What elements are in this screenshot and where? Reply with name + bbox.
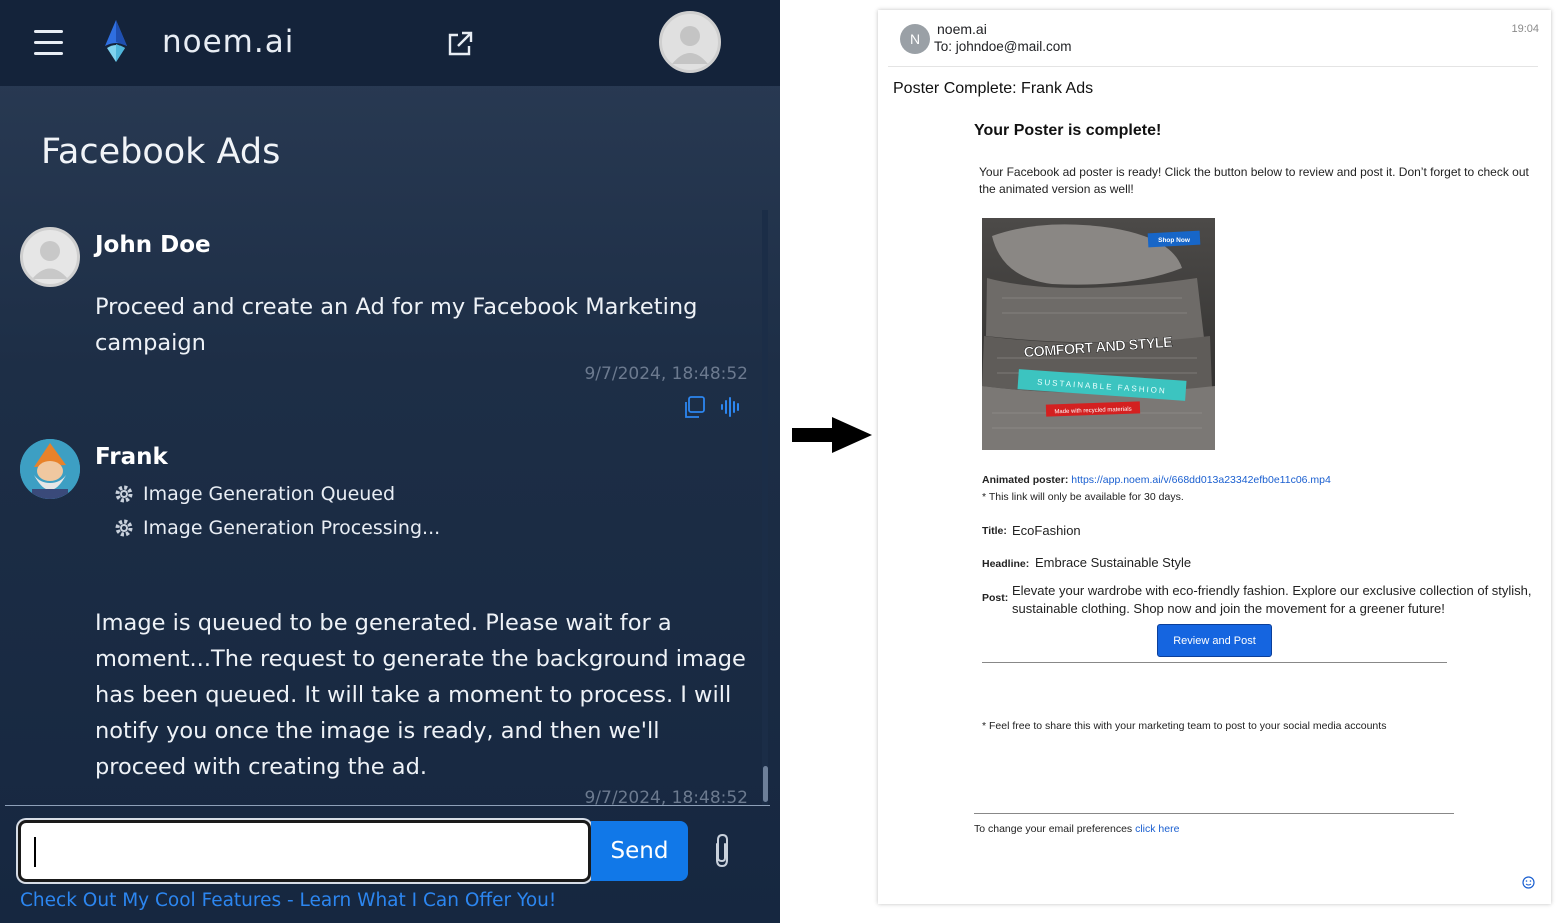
status-text: Image Generation Processing... <box>143 517 441 539</box>
audio-wave-icon[interactable] <box>720 396 742 418</box>
post-label: Post: <box>982 592 1009 604</box>
gear-icon <box>115 485 133 503</box>
top-bar: noem.ai <box>0 0 780 86</box>
footer-divider <box>974 813 1454 814</box>
preferences-line: To change your email preferences click h… <box>974 823 1179 835</box>
scrollbar-thumb[interactable] <box>763 766 768 802</box>
sender-avatar: N <box>900 24 930 54</box>
status-processing: Image Generation Processing... <box>114 517 440 539</box>
user-silhouette-icon <box>32 241 68 279</box>
poster-shop-now: Shop Now <box>1158 237 1191 244</box>
scrollbar-track[interactable] <box>762 210 768 806</box>
frank-avatar <box>20 439 80 499</box>
email-from: noem.ai <box>937 21 987 37</box>
animated-poster-link[interactable]: https://app.noem.ai/v/668dd013a23342efb0… <box>1071 474 1331 486</box>
link-note: * This link will only be available for 3… <box>982 491 1184 503</box>
message-timestamp: 9/7/2024, 18:48:52 <box>584 364 748 384</box>
brand-name: noem.ai <box>162 24 295 60</box>
message-input[interactable] <box>21 823 588 879</box>
menu-icon[interactable] <box>34 30 63 56</box>
copy-icon[interactable] <box>682 395 706 419</box>
gnome-avatar-icon <box>20 439 80 499</box>
share-note: * Feel free to share this with your mark… <box>982 720 1387 732</box>
send-button[interactable]: Send <box>591 821 688 881</box>
user-avatar[interactable] <box>659 11 721 73</box>
title-value: EcoFashion <box>1012 523 1081 538</box>
message-input-wrapper[interactable] <box>18 820 591 882</box>
status-text: Image Generation Queued <box>143 483 396 505</box>
chat-app: noem.ai Facebook Ads John Doe Proceed an… <box>0 0 780 923</box>
animated-label: Animated poster: <box>982 474 1069 486</box>
message-timestamp: 9/7/2024, 18:48:52 <box>584 788 748 806</box>
message-text: Proceed and create an Ad for my Facebook… <box>95 294 698 356</box>
post-value: Elevate your wardrobe with eco-friendly … <box>1012 583 1532 616</box>
headline-value: Embrace Sustainable Style <box>1035 555 1192 570</box>
email-preview: N noem.ai To: johndoe@mail.com 19:04 Pos… <box>878 10 1551 904</box>
message-sender: John Doe <box>95 232 211 258</box>
email-heading: Your Poster is complete! <box>974 122 1162 139</box>
content-divider <box>982 662 1447 663</box>
email-subject: Poster Complete: Frank Ads <box>893 80 1094 97</box>
headline-label: Headline: <box>982 558 1030 570</box>
gear-icon <box>115 519 133 537</box>
message-list[interactable]: John Doe Proceed and create an Ad for my… <box>0 210 760 806</box>
status-queued: Image Generation Queued <box>114 483 395 505</box>
preferences-text: To change your email preferences <box>974 823 1133 835</box>
message-text: Image is queued to be generated. Please … <box>95 610 746 780</box>
paperclip-icon[interactable] <box>709 832 735 870</box>
preferences-link[interactable]: click here <box>1135 823 1179 835</box>
user-silhouette-icon <box>672 26 708 64</box>
review-and-post-button[interactable]: Review and Post <box>1157 624 1272 657</box>
animated-poster-line: Animated poster: https://app.noem.ai/v/6… <box>982 474 1331 486</box>
composer-divider <box>5 805 770 806</box>
open-external-icon[interactable] <box>446 30 474 58</box>
features-link[interactable]: Check Out My Cool Features - Learn What … <box>20 890 556 911</box>
poster-image[interactable]: Shop Now COMFORT AND STYLE SUSTAINABLE F… <box>982 218 1215 450</box>
email-to: To: johndoe@mail.com <box>934 39 1072 54</box>
emoji-icon[interactable] <box>1522 876 1535 889</box>
chat-title: Facebook Ads <box>41 132 281 172</box>
message-sender: Frank <box>95 444 168 470</box>
text-caret <box>34 837 36 867</box>
header-separator <box>888 66 1538 67</box>
arrow-right-icon <box>792 417 872 453</box>
email-time: 19:04 <box>1511 23 1539 35</box>
john-avatar <box>20 227 80 287</box>
title-label: Title: <box>982 525 1007 537</box>
logo-icon <box>105 20 127 62</box>
email-intro: Your Facebook ad poster is ready! Click … <box>979 165 1529 196</box>
